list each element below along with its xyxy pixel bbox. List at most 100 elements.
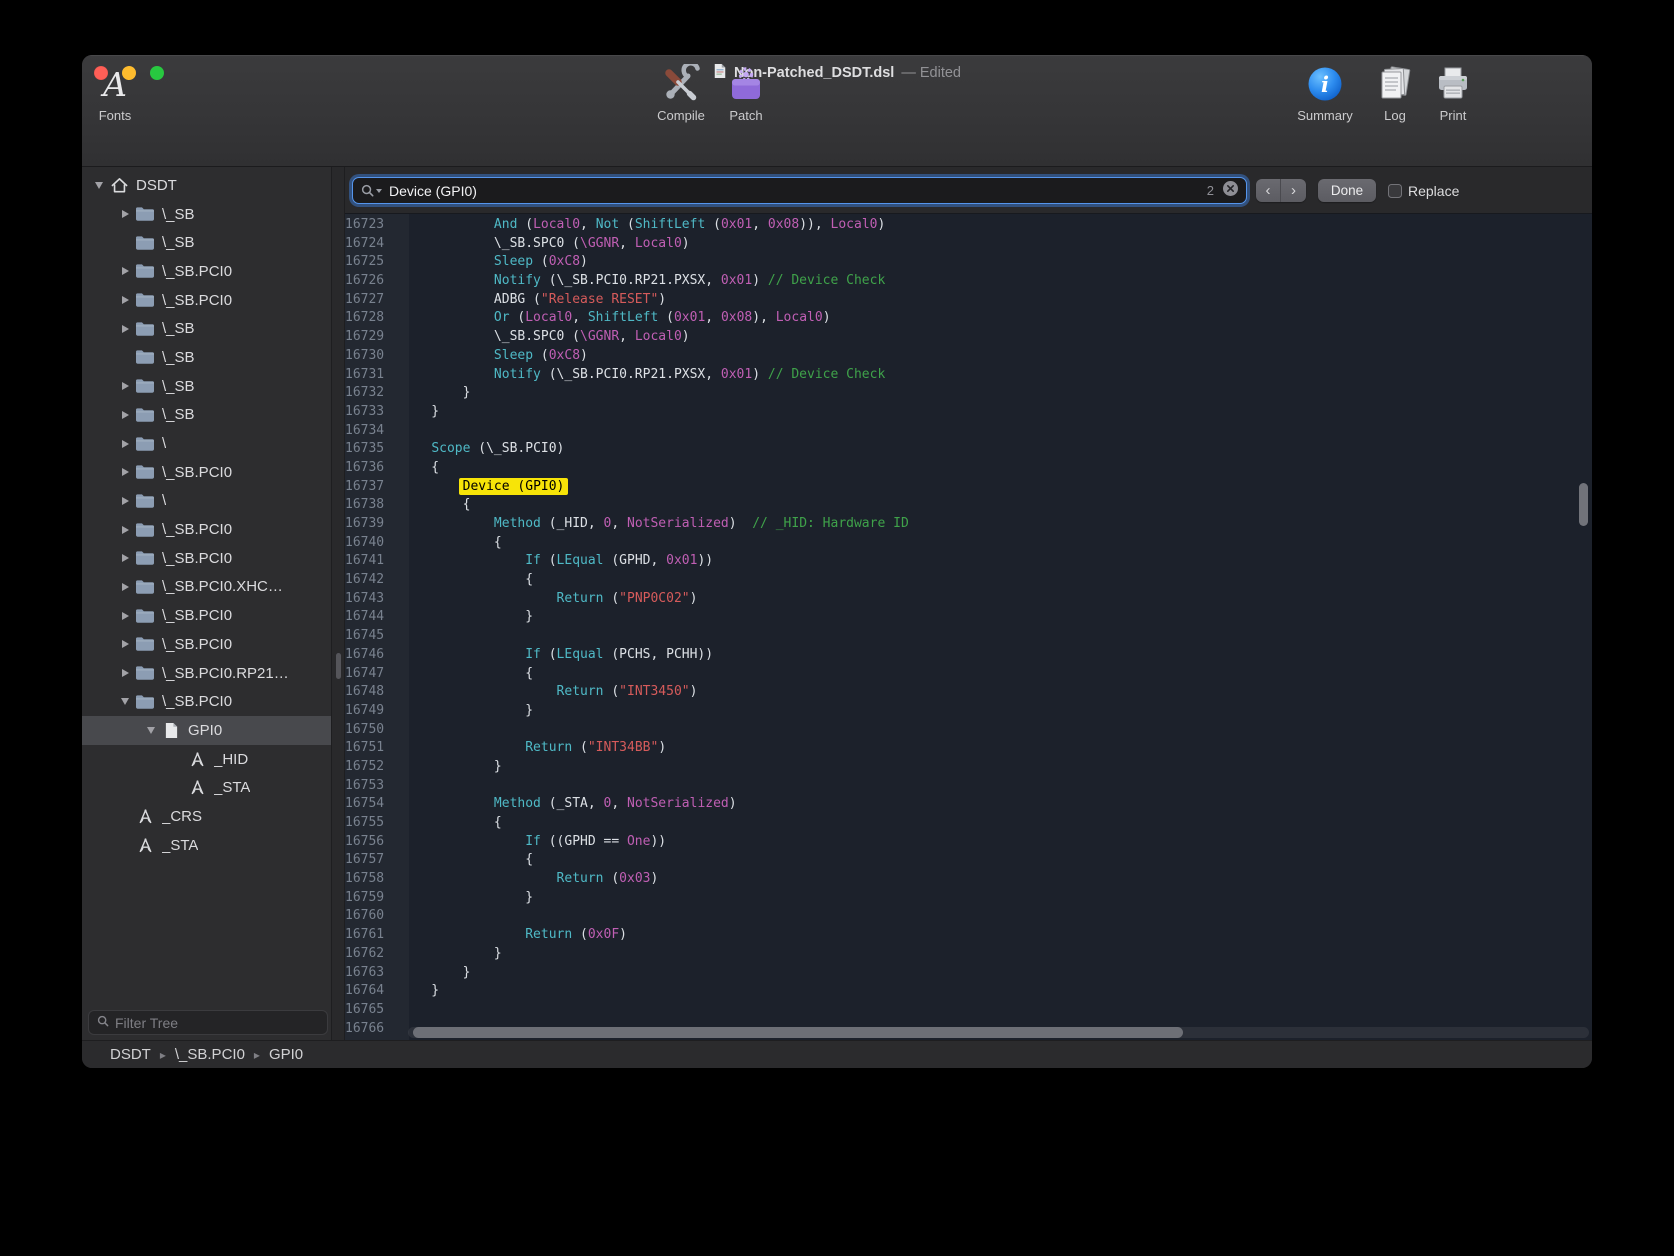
tree-item-sbpci0[interactable]: \_SB.PCI0	[82, 286, 331, 315]
breadcrumb-item[interactable]: \_SB.PCI0	[175, 1046, 245, 1063]
sidebar: DSDT\_SB\_SB\_SB.PCI0\_SB.PCI0\_SB\_SB\_…	[82, 167, 331, 1040]
breadcrumb-item[interactable]: DSDT	[110, 1046, 151, 1063]
disclosure-triangle-icon[interactable]	[142, 727, 160, 734]
tree-item-sbpci0[interactable]: \_SB.PCI0	[82, 687, 331, 716]
tree-item-sb[interactable]: \_SB	[82, 343, 331, 372]
tree-item-label: \	[162, 435, 166, 452]
find-nav-buttons: ‹ ›	[1256, 179, 1306, 202]
disclosure-triangle-icon[interactable]	[116, 698, 134, 705]
tree-item-sta[interactable]: _STA	[82, 773, 331, 802]
folder-icon	[134, 321, 156, 337]
method-icon	[134, 808, 156, 825]
disclosure-triangle-icon[interactable]	[116, 640, 134, 648]
line-number: 16739	[345, 515, 396, 534]
tree-item-sbpci0[interactable]: \_SB.PCI0	[82, 458, 331, 487]
tree-item-label: \_SB	[162, 320, 195, 337]
tree-item-dsdt[interactable]: DSDT	[82, 171, 331, 200]
disclosure-triangle-icon[interactable]	[116, 411, 134, 419]
disclosure-triangle-icon[interactable]	[116, 440, 134, 448]
find-previous-button[interactable]: ‹	[1256, 179, 1281, 202]
filter-tree-input[interactable]: Filter Tree	[88, 1010, 328, 1035]
search-input[interactable]: Device (GPI0) 2	[352, 177, 1247, 204]
svg-text:i: i	[1321, 72, 1329, 97]
log-button[interactable]: Log	[1363, 61, 1427, 123]
tree-item-label: \_SB.PCI0	[162, 263, 232, 280]
line-number: 16752	[345, 758, 396, 777]
disclosure-triangle-icon[interactable]	[116, 468, 134, 476]
tree-item-sta[interactable]: _STA	[82, 831, 331, 860]
compile-button[interactable]: Compile	[649, 61, 713, 123]
code-line: 16762 }	[345, 945, 1592, 964]
tree-item-crs[interactable]: _CRS	[82, 802, 331, 831]
tree-item-sbpci0[interactable]: \_SB.PCI0	[82, 515, 331, 544]
disclosure-triangle-icon[interactable]	[116, 612, 134, 620]
code-line: 16756 If ((GPHD == One))	[345, 833, 1592, 852]
tree-item-hid[interactable]: _HID	[82, 745, 331, 774]
code-line: 16725 Sleep (0xC8)	[345, 253, 1592, 272]
line-number: 16723	[345, 216, 396, 235]
disclosure-triangle-icon[interactable]	[116, 497, 134, 505]
line-number: 16753	[345, 777, 396, 796]
folder-icon	[134, 349, 156, 365]
folder-icon	[134, 550, 156, 566]
tree-item-label: \_SB	[162, 349, 195, 366]
done-button[interactable]: Done	[1318, 179, 1376, 202]
tree-item-sbpci0[interactable]: \_SB.PCI0	[82, 257, 331, 286]
tree-item-label: \_SB.PCI0	[162, 292, 232, 309]
tree-item-sbpci0[interactable]: \_SB.PCI0	[82, 601, 331, 630]
folder-icon	[134, 522, 156, 538]
clear-search-button[interactable]	[1223, 181, 1238, 201]
tree-item-sb[interactable]: \_SB	[82, 314, 331, 343]
tree-item-sb[interactable]: \_SB	[82, 200, 331, 229]
tree-item-gpi0[interactable]: GPI0	[82, 716, 331, 745]
fonts-button[interactable]: A Fonts	[83, 61, 147, 123]
code-line: 16741 If (LEqual (GPHD, 0x01))	[345, 552, 1592, 571]
line-number: 16751	[345, 739, 396, 758]
code-line: 16736 {	[345, 459, 1592, 478]
tree-item-[interactable]: \	[82, 429, 331, 458]
code-editor[interactable]: 16723 And (Local0, Not (ShiftLeft (0x01,…	[345, 213, 1592, 1040]
disclosure-triangle-icon[interactable]	[90, 182, 108, 189]
breadcrumb-item[interactable]: GPI0	[269, 1046, 303, 1063]
method-icon	[134, 837, 156, 854]
line-number: 16764	[345, 982, 396, 1001]
disclosure-triangle-icon[interactable]	[116, 526, 134, 534]
horizontal-scrollbar[interactable]	[408, 1027, 1589, 1038]
tree-item-sbpci0rp21[interactable]: \_SB.PCI0.RP21…	[82, 659, 331, 688]
disclosure-triangle-icon[interactable]	[116, 267, 134, 275]
line-number: 16755	[345, 814, 396, 833]
print-button[interactable]: Print	[1421, 61, 1485, 123]
search-query: Device (GPI0)	[389, 183, 1207, 199]
folder-icon	[134, 378, 156, 394]
disclosure-triangle-icon[interactable]	[116, 210, 134, 218]
search-menu-icon[interactable]	[361, 184, 382, 197]
disclosure-triangle-icon[interactable]	[116, 554, 134, 562]
disclosure-triangle-icon[interactable]	[116, 669, 134, 677]
replace-checkbox[interactable]	[1388, 184, 1402, 198]
code-line: 16734	[345, 422, 1592, 441]
replace-label[interactable]: Replace	[1408, 183, 1459, 199]
code-line: 16726 Notify (\_SB.PCI0.RP21.PXSX, 0x01)…	[345, 272, 1592, 291]
summary-button[interactable]: i Summary	[1293, 61, 1357, 123]
line-number: 16758	[345, 870, 396, 889]
find-next-button[interactable]: ›	[1281, 179, 1306, 202]
disclosure-triangle-icon[interactable]	[116, 382, 134, 390]
tree-item-sbpci0[interactable]: \_SB.PCI0	[82, 544, 331, 573]
horizontal-scrollbar-thumb[interactable]	[413, 1027, 1183, 1038]
vertical-scrollbar-thumb[interactable]	[1579, 483, 1588, 526]
tree-item-sbpci0xhc[interactable]: \_SB.PCI0.XHC…	[82, 573, 331, 602]
code-line: 16752 }	[345, 758, 1592, 777]
patch-button[interactable]: Patch	[714, 61, 778, 123]
tree-item-sb[interactable]: \_SB	[82, 401, 331, 430]
match-count-badge: 2	[1207, 183, 1214, 198]
tree-item-[interactable]: \	[82, 487, 331, 516]
disclosure-triangle-icon[interactable]	[116, 296, 134, 304]
code-line: 16747 {	[345, 665, 1592, 684]
tree-item-sb[interactable]: \_SB	[82, 228, 331, 257]
disclosure-triangle-icon[interactable]	[116, 325, 134, 333]
sidebar-splitter[interactable]	[331, 167, 345, 1040]
code-line: 16765	[345, 1001, 1592, 1020]
tree-item-sb[interactable]: \_SB	[82, 372, 331, 401]
disclosure-triangle-icon[interactable]	[116, 583, 134, 591]
tree-item-sbpci0[interactable]: \_SB.PCI0	[82, 630, 331, 659]
